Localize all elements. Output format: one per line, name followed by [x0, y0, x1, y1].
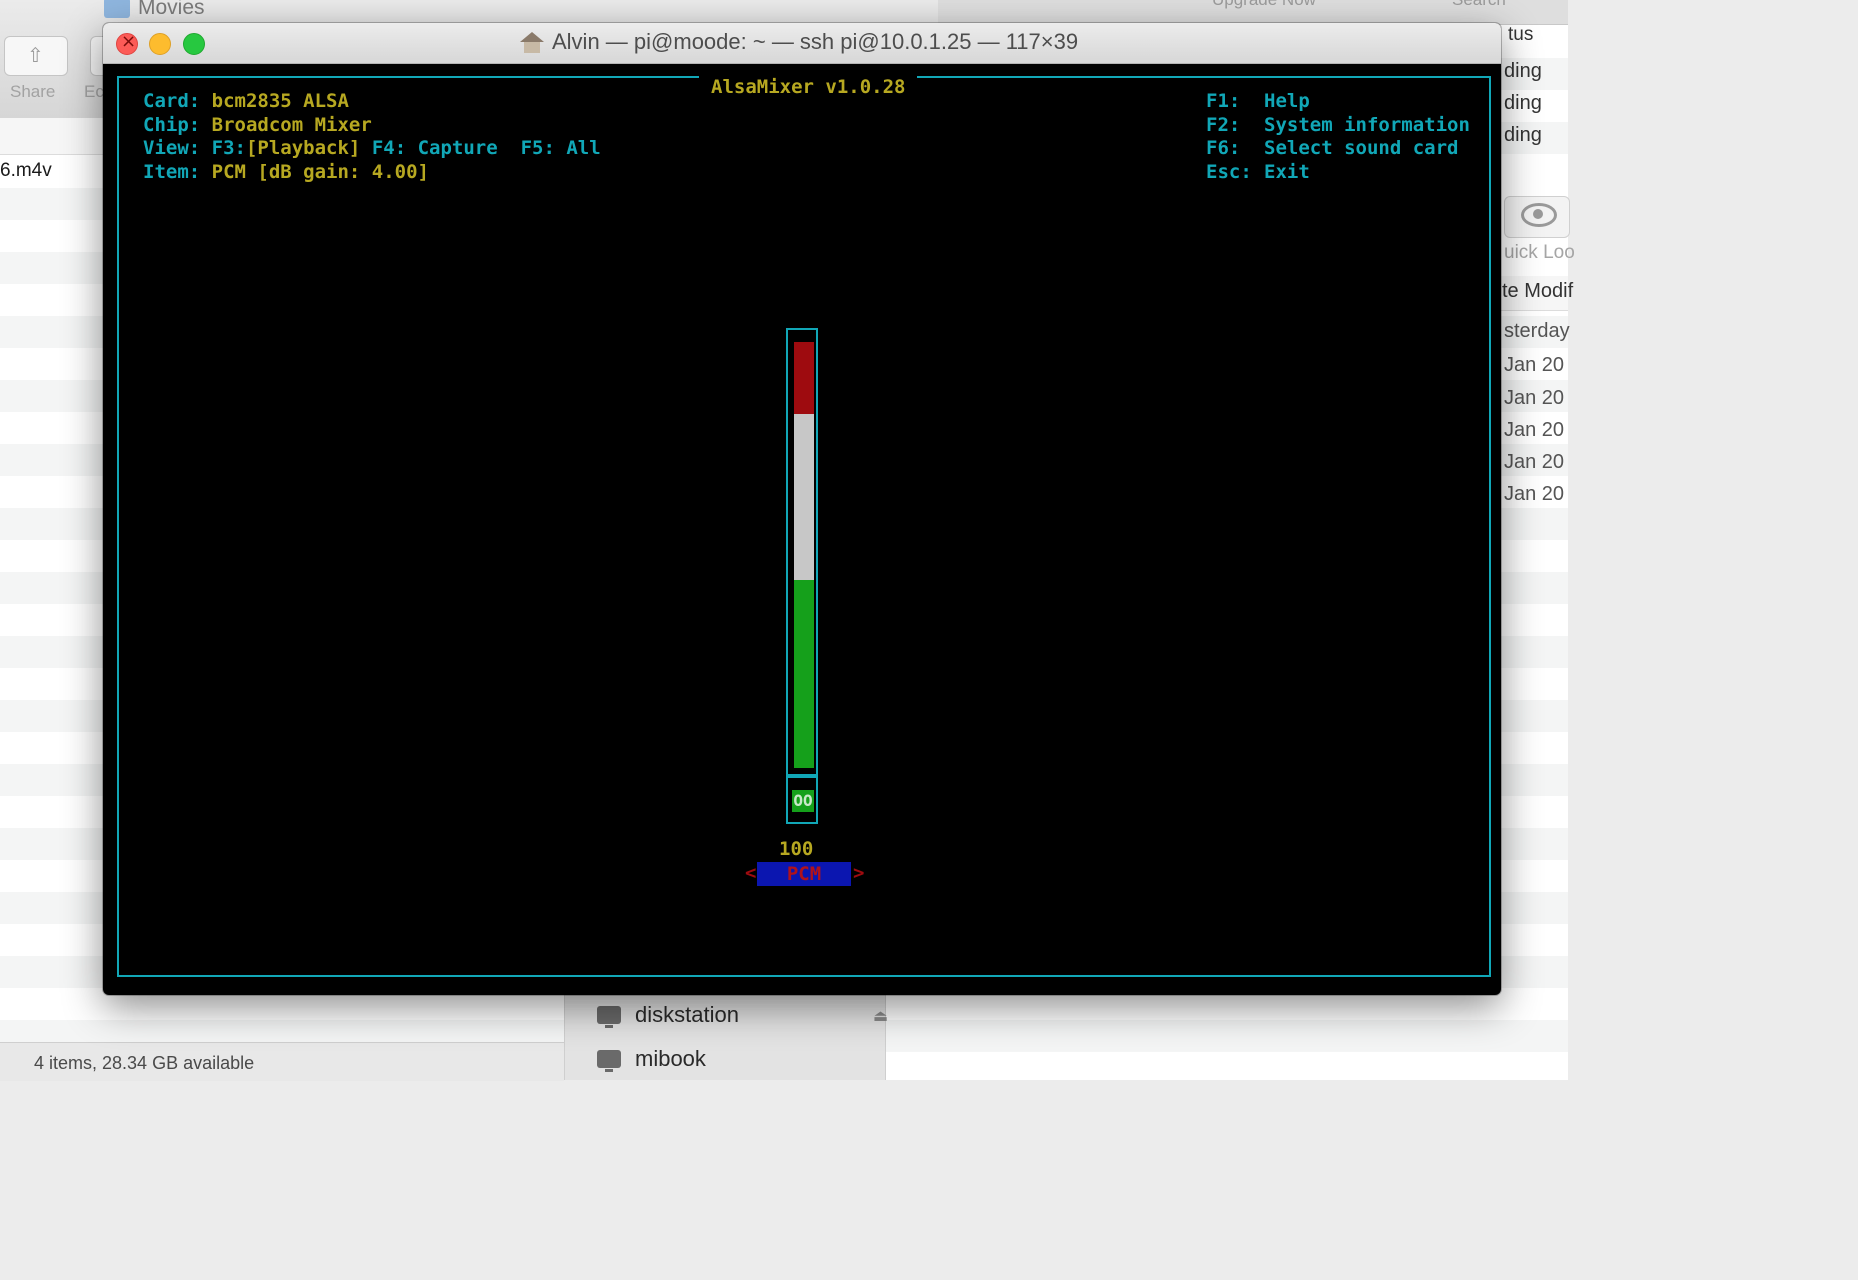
help-key: Esc: — [1206, 161, 1252, 183]
sidebar-item-label: mibook — [635, 1046, 706, 1071]
pcm-control-label[interactable]: < PCM > — [745, 862, 865, 886]
view-playback-selected[interactable]: [Playback] — [246, 137, 360, 159]
share-button[interactable]: ⇧ — [4, 36, 68, 76]
item-value: PCM [dB gain: 4.00] — [211, 161, 429, 183]
view-all-option[interactable]: F5: All — [521, 137, 601, 159]
pcm-name-label: PCM — [757, 862, 851, 886]
date-modified-header[interactable]: te Modif — [1502, 280, 1573, 303]
help-f6[interactable]: F6: Select sound card — [1206, 137, 1458, 159]
eye-icon — [1521, 203, 1557, 227]
help-esc[interactable]: Esc: Exit — [1206, 161, 1310, 183]
file-row-name[interactable]: 6.m4v — [0, 160, 52, 182]
finder-sidebar: diskstation ⏏ mibook — [564, 994, 888, 1080]
help-action: Select sound card — [1264, 137, 1459, 159]
status-cell: ding — [1504, 92, 1542, 114]
help-key: F1: — [1206, 90, 1241, 112]
date-cell: Jan 20 — [1504, 451, 1565, 473]
quick-look-button[interactable] — [1504, 196, 1570, 238]
terminal-window[interactable]: Alvin — pi@moode: ~ — ssh pi@10.0.1.25 —… — [103, 23, 1501, 995]
computer-icon — [597, 1050, 621, 1072]
sidebar-item-diskstation[interactable]: diskstation ⏏ — [593, 998, 888, 1034]
help-key: F2: — [1206, 114, 1241, 136]
terminal-titlebar[interactable]: Alvin — pi@moode: ~ — ssh pi@10.0.1.25 —… — [103, 23, 1501, 64]
help-action: Exit — [1264, 161, 1310, 183]
pcm-mute-toggle[interactable]: OO — [792, 790, 814, 812]
finder-status-bar: 4 items, 28.34 GB available — [0, 1042, 564, 1081]
sidebar-item-mibook[interactable]: mibook — [593, 1042, 883, 1078]
view-f3-key[interactable]: F3: — [212, 137, 246, 159]
status-cell: ding — [1504, 124, 1542, 146]
chip-info-line: Chip: Broadcom Mixer — [143, 114, 372, 136]
list-row — [938, 1020, 1568, 1052]
view-label: View: — [143, 137, 201, 159]
chip-label: Chip: — [143, 114, 201, 136]
card-label: Card: — [143, 90, 201, 112]
alsamixer-title: AlsaMixer v1.0.28 — [699, 76, 918, 98]
date-cell: Jan 20 — [1504, 483, 1565, 505]
share-label: Share — [10, 82, 56, 101]
card-info-line: Card: bcm2835 ALSA — [143, 90, 349, 112]
view-capture-option[interactable]: F4: Capture — [372, 137, 498, 159]
right-arrow-icon: > — [853, 862, 865, 884]
pcm-volume-value: 100 — [779, 838, 814, 860]
item-info-line: Item: PCM [dB gain: 4.00] — [143, 161, 429, 183]
pcm-volume-bar[interactable] — [786, 328, 818, 778]
close-window-button[interactable] — [116, 31, 138, 55]
pcm-mute-toggle-frame: OO — [786, 776, 818, 824]
share-icon: ⇧ — [27, 45, 44, 67]
date-cell: Jan 20 — [1504, 387, 1565, 409]
edit-label: Ec — [84, 82, 104, 101]
computer-icon — [597, 1006, 621, 1028]
help-f1[interactable]: F1: Help — [1206, 90, 1310, 112]
volume-bar-white-segment — [794, 414, 814, 580]
sidebar-item-label: diskstation — [635, 1002, 739, 1027]
search-label[interactable]: Search — [1452, 0, 1506, 10]
date-cell: Jan 20 — [1504, 419, 1565, 441]
help-action: Help — [1264, 90, 1310, 112]
item-label: Item: — [143, 161, 201, 183]
date-cell: sterday — [1504, 320, 1570, 342]
left-arrow-icon: < — [745, 862, 757, 884]
volume-bar-red-segment — [794, 342, 814, 414]
card-value: bcm2835 ALSA — [211, 90, 349, 112]
folder-icon — [104, 0, 130, 18]
help-f2[interactable]: F2: System information — [1206, 114, 1470, 136]
upgrade-now-label[interactable]: Upgrade Now — [1212, 0, 1316, 10]
home-icon — [520, 32, 544, 54]
maximize-window-button[interactable] — [183, 33, 205, 55]
help-action: System information — [1264, 114, 1470, 136]
chip-value: Broadcom Mixer — [211, 114, 372, 136]
quick-look-label: uick Loo — [1504, 242, 1575, 263]
view-info-line: View: F3:[Playback] F4: Capture F5: All — [143, 137, 601, 159]
eject-icon[interactable]: ⏏ — [873, 1006, 888, 1026]
window-title: Alvin — pi@moode: ~ — ssh pi@10.0.1.25 —… — [552, 29, 1079, 54]
finder-folder-title: Movies — [138, 0, 205, 19]
date-cell: Jan 20 — [1504, 354, 1565, 376]
status-column-header[interactable]: tus — [1508, 24, 1533, 46]
minimize-window-button[interactable] — [149, 33, 171, 55]
terminal-content[interactable]: AlsaMixer v1.0.28 Card: bcm2835 ALSA Chi… — [111, 64, 1493, 987]
help-key: F6: — [1206, 137, 1241, 159]
status-text: 4 items, 28.34 GB available — [34, 1053, 255, 1073]
status-cell: ding — [1504, 60, 1542, 82]
finder-right-toolbar: Upgrade Now Search — [938, 0, 1568, 25]
alsamixer-frame: AlsaMixer v1.0.28 Card: bcm2835 ALSA Chi… — [117, 76, 1491, 977]
volume-bar-green-segment — [794, 580, 814, 768]
